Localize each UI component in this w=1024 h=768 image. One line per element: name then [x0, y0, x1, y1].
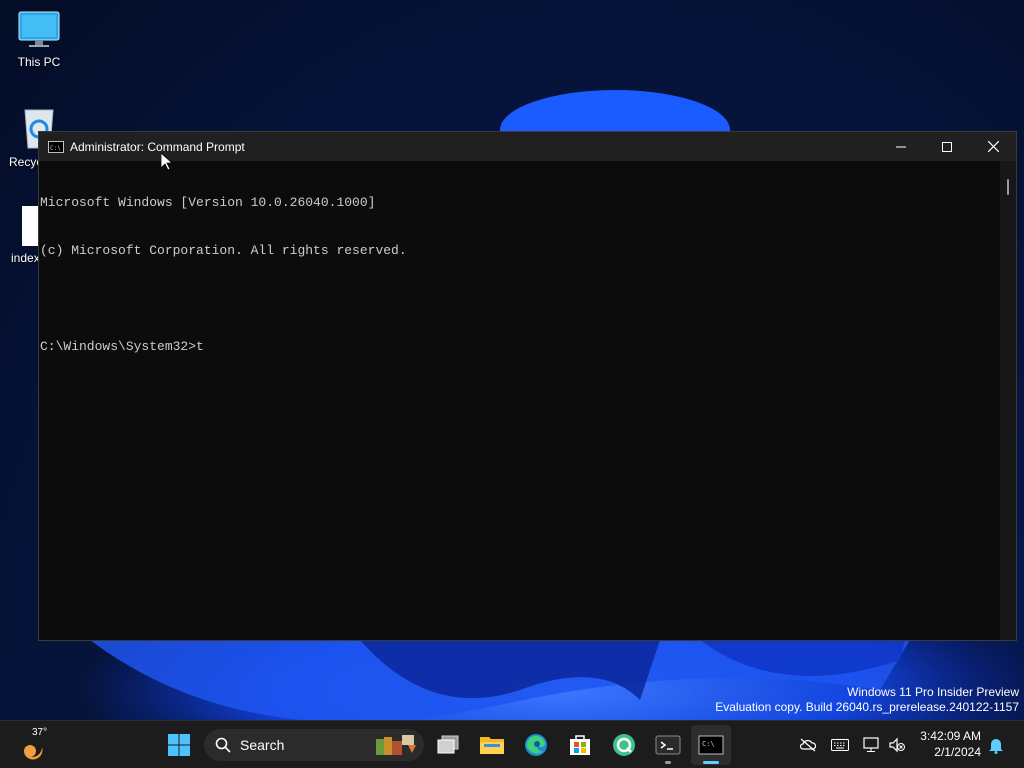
close-icon: [987, 141, 999, 152]
keyboard-icon[interactable]: [830, 735, 850, 755]
command-prompt-window[interactable]: C:\ Administrator: Command Prompt Micros…: [38, 131, 1017, 641]
title-bar[interactable]: C:\ Administrator: Command Prompt: [39, 132, 1016, 161]
maximize-icon: [942, 141, 952, 152]
folder-icon: [480, 737, 504, 754]
keyboard-glyph-icon: [831, 739, 849, 751]
desktop-icon-label: index: [11, 251, 40, 265]
command-prompt-taskbar-button[interactable]: C:\: [691, 725, 731, 765]
volume-muted-icon[interactable]: [887, 735, 907, 755]
watermark-line: Evaluation copy. Build 26040.rs_prerelea…: [715, 700, 1019, 714]
weather-widget[interactable]: 37°: [18, 725, 58, 765]
search-box[interactable]: Search: [204, 729, 424, 761]
svg-text:C:\: C:\: [702, 740, 715, 748]
console-line: (c) Microsoft Corporation. All rights re…: [40, 243, 407, 258]
desktop-icon-recycle-bin[interactable]: Recyc: [1, 106, 54, 169]
taskbar: 37° Search C:\ 3:42:09 AM 2/1/2024: [0, 720, 1024, 768]
terminal-button[interactable]: [648, 725, 688, 765]
evaluation-watermark: Windows 11 Pro Insider Preview Evaluatio…: [715, 685, 1019, 715]
clock-time: 3:42:09 AM: [920, 729, 981, 743]
monitor-network-icon: [863, 737, 879, 752]
speaker-mute-icon: [889, 737, 905, 753]
search-highlight-icon: [376, 735, 416, 755]
cloud-off-icon: [799, 738, 817, 752]
bell-icon: [989, 739, 1003, 754]
task-view-icon: [437, 735, 459, 754]
running-indicator: [665, 761, 671, 764]
edge-icon: [525, 734, 547, 756]
windows-logo-icon: [168, 734, 190, 756]
system-clock[interactable]: 3:42:09 AM 2/1/2024: [920, 728, 981, 760]
app-q-button[interactable]: [604, 725, 644, 765]
maximize-button[interactable]: [924, 132, 970, 161]
store-button[interactable]: [560, 725, 600, 765]
monitor-icon: [18, 11, 60, 47]
scrollbar-thumb[interactable]: [1007, 179, 1009, 195]
command-prompt-icon: C:\: [698, 735, 724, 755]
q-app-icon: [613, 734, 635, 756]
desktop-icon-this-pc[interactable]: This PC: [1, 10, 77, 69]
svg-text:C:\: C:\: [50, 145, 61, 152]
console-line: Microsoft Windows [Version 10.0.26040.10…: [40, 195, 376, 210]
console-output[interactable]: Microsoft Windows [Version 10.0.26040.10…: [39, 161, 1000, 640]
desktop-icon-index[interactable]: index: [1, 204, 42, 265]
command-prompt-icon: C:\: [48, 140, 64, 153]
store-icon: [570, 735, 590, 755]
minimize-button[interactable]: [878, 132, 924, 161]
console-prompt-line: C:\Windows\System32>t: [40, 339, 204, 354]
desktop-icon-label: This PC: [17, 55, 61, 69]
clock-date: 2/1/2024: [934, 745, 981, 759]
window-title: Administrator: Command Prompt: [70, 139, 245, 154]
vertical-scrollbar[interactable]: [1000, 161, 1016, 640]
search-label: Search: [240, 737, 285, 753]
weather-temp: 37°: [32, 727, 48, 738]
watermark-line: Windows 11 Pro Insider Preview: [847, 685, 1019, 699]
display-network-icon[interactable]: [862, 735, 882, 755]
search-icon: [215, 737, 231, 753]
mouse-cursor-icon: [161, 153, 173, 171]
notification-button[interactable]: [986, 735, 1006, 755]
edge-button[interactable]: [516, 725, 556, 765]
minimize-icon: [896, 146, 906, 147]
desktop-icon-label: Recyc: [9, 155, 43, 169]
close-button[interactable]: [970, 132, 1016, 161]
weather-moon-icon: [24, 745, 43, 760]
task-view-button[interactable]: [428, 725, 468, 765]
network-off-icon[interactable]: [798, 735, 818, 755]
start-button[interactable]: [159, 725, 199, 765]
active-indicator: [703, 761, 719, 764]
terminal-icon: [655, 735, 681, 755]
file-explorer-button[interactable]: [472, 725, 512, 765]
